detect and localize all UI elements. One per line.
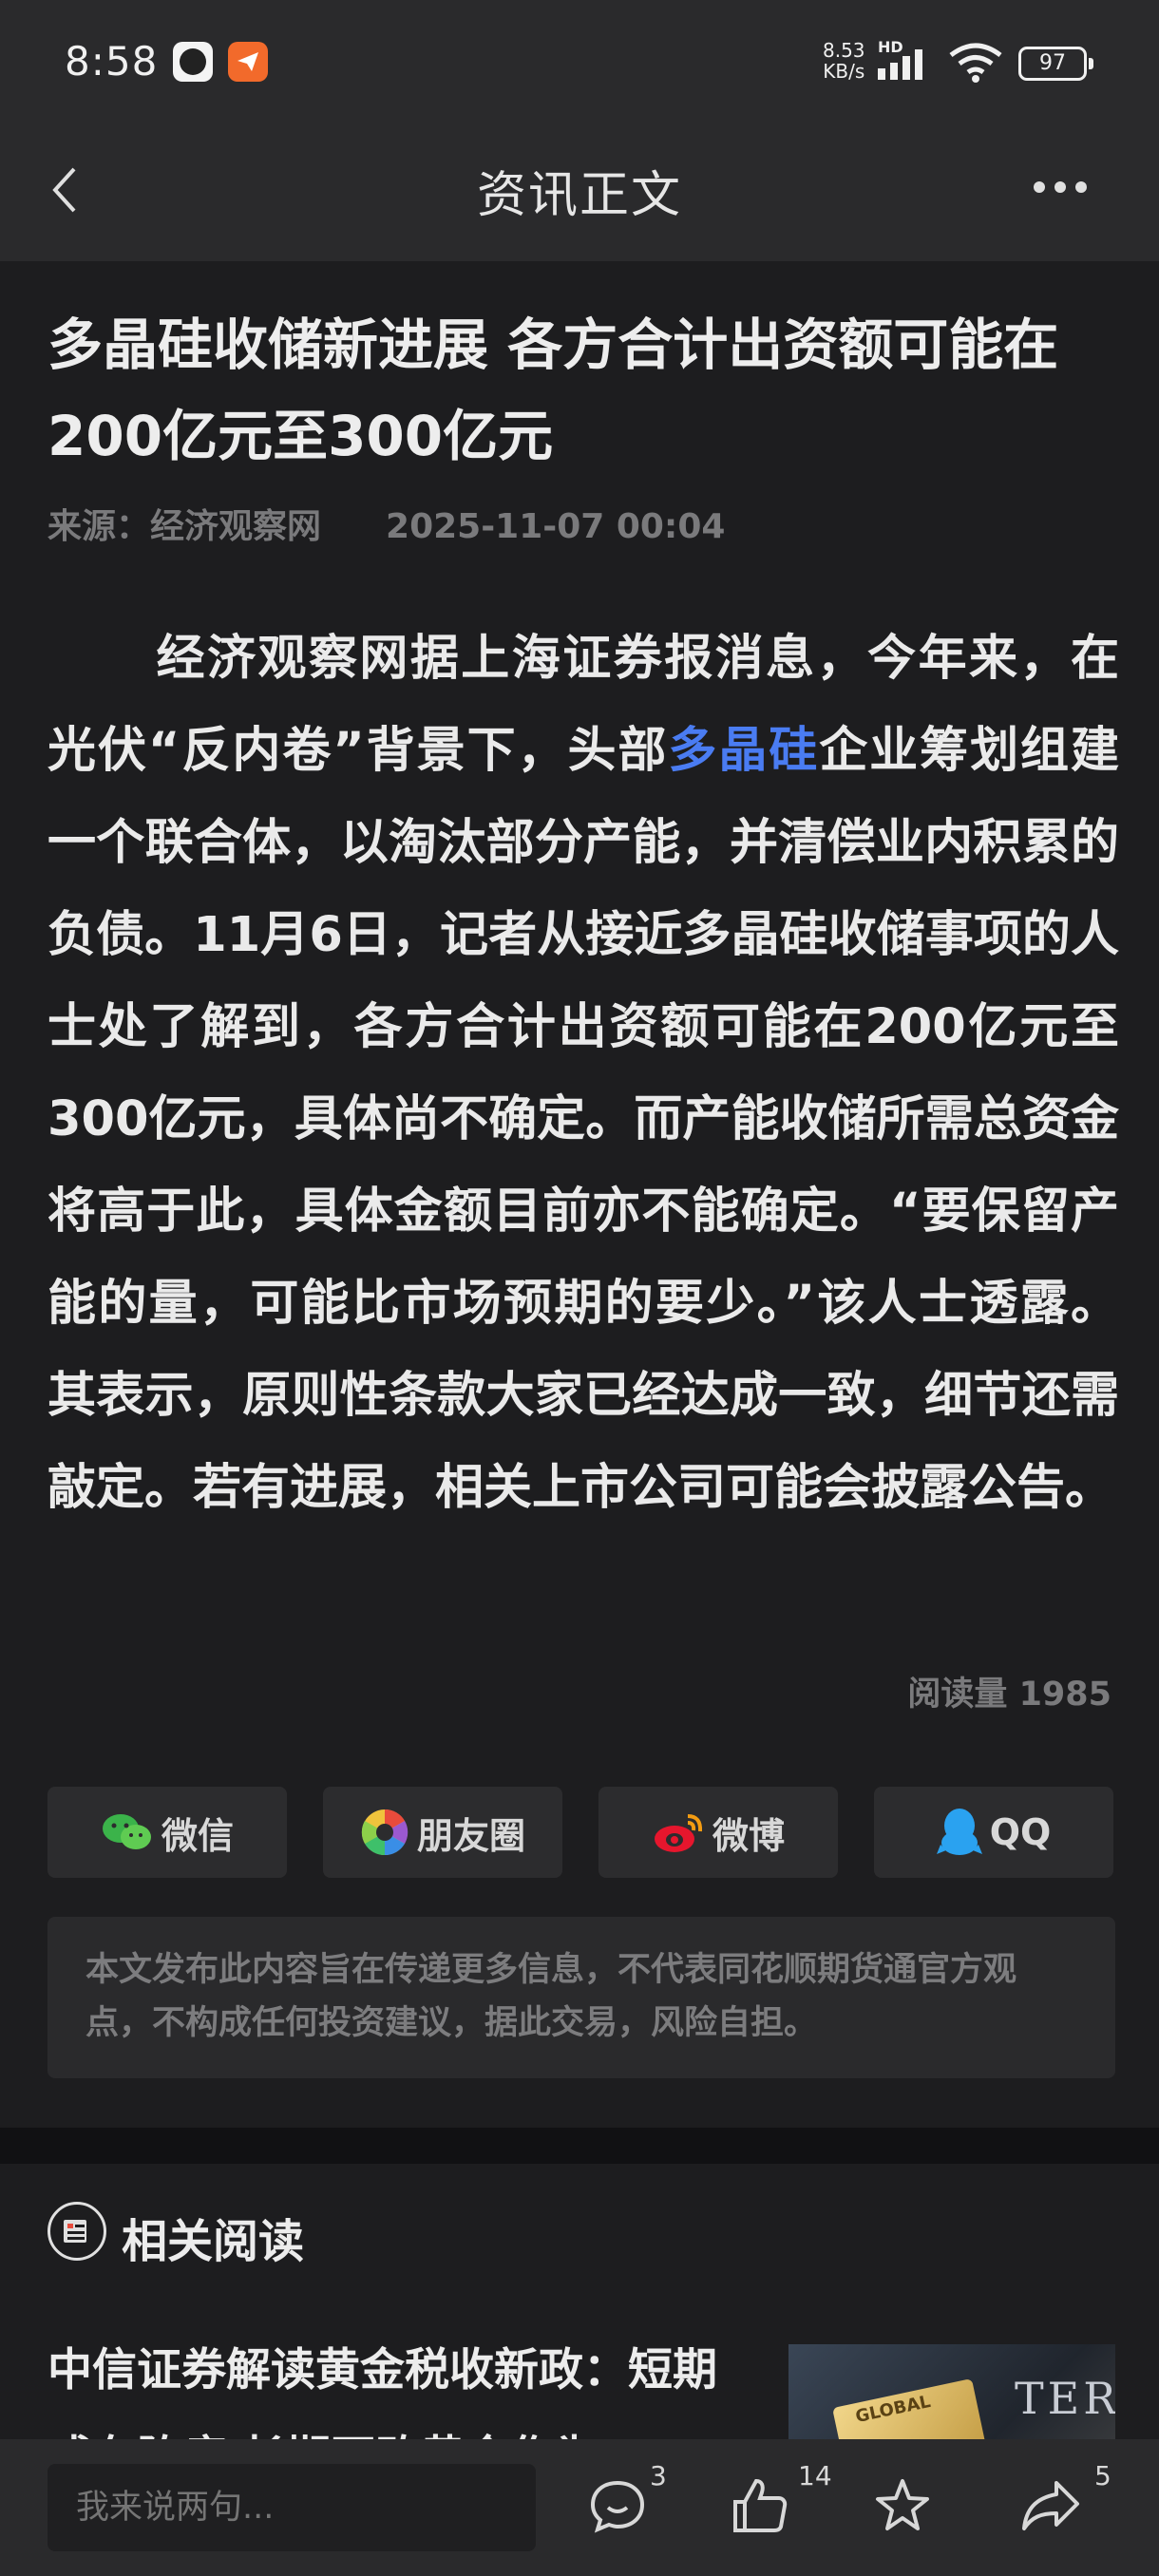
moments-icon xyxy=(361,1809,408,1856)
share-count: 5 xyxy=(1094,2460,1112,2491)
network-speed-value: 8.53 xyxy=(823,39,865,62)
status-time: 8:58 xyxy=(65,38,159,85)
read-count: 阅读量 1985 xyxy=(907,1676,1112,1714)
comment-button[interactable]: 3 xyxy=(587,2460,673,2542)
like-button[interactable]: 14 xyxy=(730,2460,832,2542)
share-row: 微信 朋友圈 微博 QQ xyxy=(48,1787,1115,1878)
share-moments-button[interactable]: 朋友圈 xyxy=(323,1787,562,1878)
share-button[interactable]: 5 xyxy=(1018,2460,1112,2542)
comment-input[interactable] xyxy=(48,2464,536,2551)
related-reading-title: 相关阅读 xyxy=(122,2215,305,2268)
share-qq-button[interactable]: QQ xyxy=(874,1787,1113,1878)
top-nav-bar: 资讯正文 xyxy=(0,128,1159,261)
disclaimer: 本文发布此内容旨在传递更多信息，不代表同花顺期货通官方观点，不构成任何投资建议，… xyxy=(48,1917,1115,2078)
comment-icon xyxy=(590,2480,645,2533)
paper-plane-app-icon xyxy=(228,42,268,82)
star-icon xyxy=(876,2479,929,2530)
thumbs-up-icon xyxy=(733,2478,788,2532)
article-title: 多晶硅收储新进展 各方合计出资额可能在200亿元至300亿元 xyxy=(48,313,1059,468)
section-divider xyxy=(0,2128,1159,2164)
article-body-text-2: 企业筹划组建一个联合体，以淘汰部分产能，并清偿业内积累的负债。11月6日，记者从… xyxy=(48,723,1119,1516)
wechat-icon xyxy=(102,1814,151,1849)
more-options-icon[interactable] xyxy=(1032,178,1089,197)
share-moments-label: 朋友圈 xyxy=(416,1814,525,1857)
signal-icon xyxy=(878,49,922,80)
thumbnail-word: TER xyxy=(1015,2373,1115,2424)
weibo-icon xyxy=(654,1814,702,1852)
share-wechat-button[interactable]: 微信 xyxy=(48,1787,287,1878)
qq-penguin-icon xyxy=(936,1809,982,1855)
related-reading: 相关阅读 中信证券解读黄金税收新政：短期或有阵痛 长期不改黄金作为 GLOBAL… xyxy=(0,2164,1159,2468)
article-source: 来源：经济观察网 xyxy=(48,507,322,546)
battery-level: 97 xyxy=(1039,51,1066,75)
network-speed: 8.53 KB/s xyxy=(823,40,865,82)
page-title: 资讯正文 xyxy=(476,167,682,224)
share-qq-label: QQ xyxy=(989,1811,1052,1853)
article-meta: 来源：经济观察网 2025-11-07 00:04 xyxy=(48,499,725,548)
article-body: 经济观察网据上海证券报消息，今年来，在光伏“反内卷”背景下，头部多晶硅企业筹划组… xyxy=(48,613,1119,1534)
keyword-link[interactable]: 多晶硅 xyxy=(668,723,819,779)
network-speed-unit: KB/s xyxy=(823,60,865,83)
share-wechat-label: 微信 xyxy=(161,1814,234,1857)
clock-app-icon xyxy=(173,42,213,82)
share-arrow-icon xyxy=(1022,2481,1079,2530)
like-count: 14 xyxy=(798,2460,832,2491)
bottom-action-bar: 3 14 5 xyxy=(0,2439,1159,2576)
status-bar: 8:58 8.53 KB/s HD 97 xyxy=(0,0,1159,128)
wifi-icon xyxy=(949,43,1002,83)
favorite-button[interactable] xyxy=(872,2475,958,2542)
comment-count: 3 xyxy=(650,2460,667,2491)
article: 多晶硅收储新进展 各方合计出资额可能在200亿元至300亿元 来源：经济观察网 2… xyxy=(0,261,1159,2128)
share-weibo-label: 微博 xyxy=(712,1814,785,1857)
battery-icon: 97 xyxy=(1018,47,1093,81)
related-reading-icon xyxy=(48,2202,106,2261)
share-weibo-button[interactable]: 微博 xyxy=(598,1787,838,1878)
article-date: 2025-11-07 00:04 xyxy=(386,507,726,546)
